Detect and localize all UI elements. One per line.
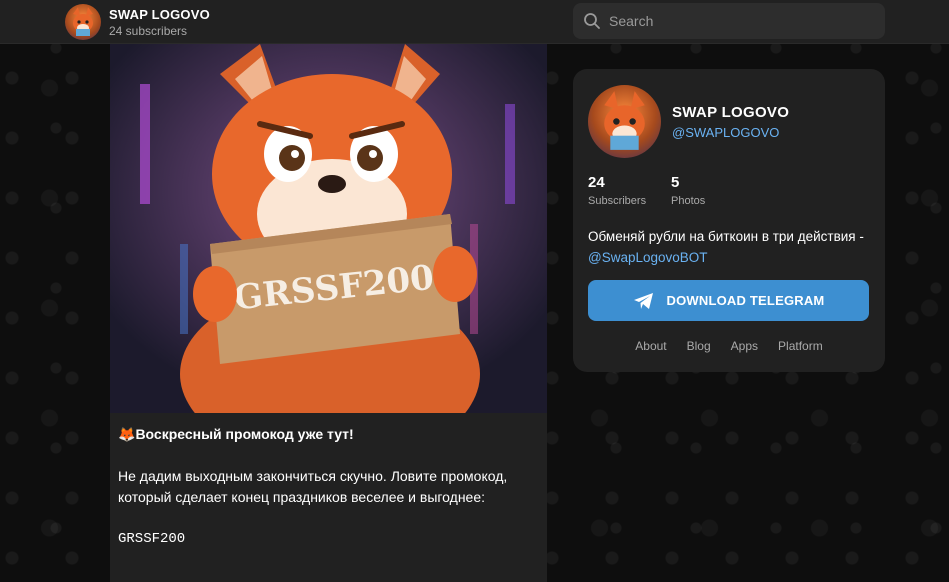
- footer-link-blog[interactable]: Blog: [687, 339, 711, 353]
- search-box[interactable]: [573, 3, 885, 39]
- download-label: DOWNLOAD TELEGRAM: [666, 293, 825, 308]
- card-channel-name: SWAP LOGOVO: [672, 104, 790, 121]
- channel-title: SWAP LOGOVO: [109, 7, 210, 22]
- post-headline: 🦊Воскресный промокод уже тут!: [118, 426, 354, 442]
- bot-link[interactable]: @SwapLogovoBOT: [588, 250, 708, 265]
- telegram-plane-icon: [633, 292, 653, 309]
- top-bar: SWAP LOGOVO 24 subscribers: [0, 0, 949, 44]
- channel-avatar-large: [588, 85, 661, 158]
- footer-link-platform[interactable]: Platform: [778, 339, 823, 353]
- channel-info-card: SWAP LOGOVO @SWAPLOGOVO 24 Subscribers 5…: [573, 69, 885, 372]
- footer-link-apps[interactable]: Apps: [731, 339, 758, 353]
- footer-link-about[interactable]: About: [635, 339, 666, 353]
- post-body: Не дадим выходным закончиться скучно. Ло…: [118, 468, 508, 505]
- stat-label: Subscribers: [588, 195, 647, 207]
- post-image[interactable]: GRSSF200: [110, 44, 547, 413]
- footer-links: About Blog Apps Platform: [573, 339, 885, 353]
- stat-value: 24: [588, 174, 605, 191]
- stat-subscribers: 24 Subscribers: [588, 174, 646, 207]
- search-icon: [584, 13, 600, 29]
- subscriber-count: 24 subscribers: [109, 24, 188, 38]
- post-text: 🦊Воскресный промокод уже тут! Не дадим в…: [118, 424, 538, 550]
- channel-avatar[interactable]: [65, 4, 101, 40]
- fox-emoji-icon: 🦊: [118, 426, 136, 442]
- card-channel-handle[interactable]: @SWAPLOGOVO: [672, 125, 779, 140]
- stat-value: 5: [671, 174, 680, 191]
- search-input[interactable]: [609, 3, 869, 39]
- channel-description: Обменяй рубли на биткоин в три действия …: [588, 229, 864, 265]
- channel-post: GRSSF200 🦊Воскресный промокод уже тут! Н…: [110, 44, 547, 582]
- promo-code[interactable]: GRSSF200: [118, 529, 538, 550]
- stat-label: Photos: [671, 195, 706, 207]
- download-telegram-button[interactable]: DOWNLOAD TELEGRAM: [588, 280, 869, 321]
- stat-photos: 5 Photos: [671, 174, 705, 207]
